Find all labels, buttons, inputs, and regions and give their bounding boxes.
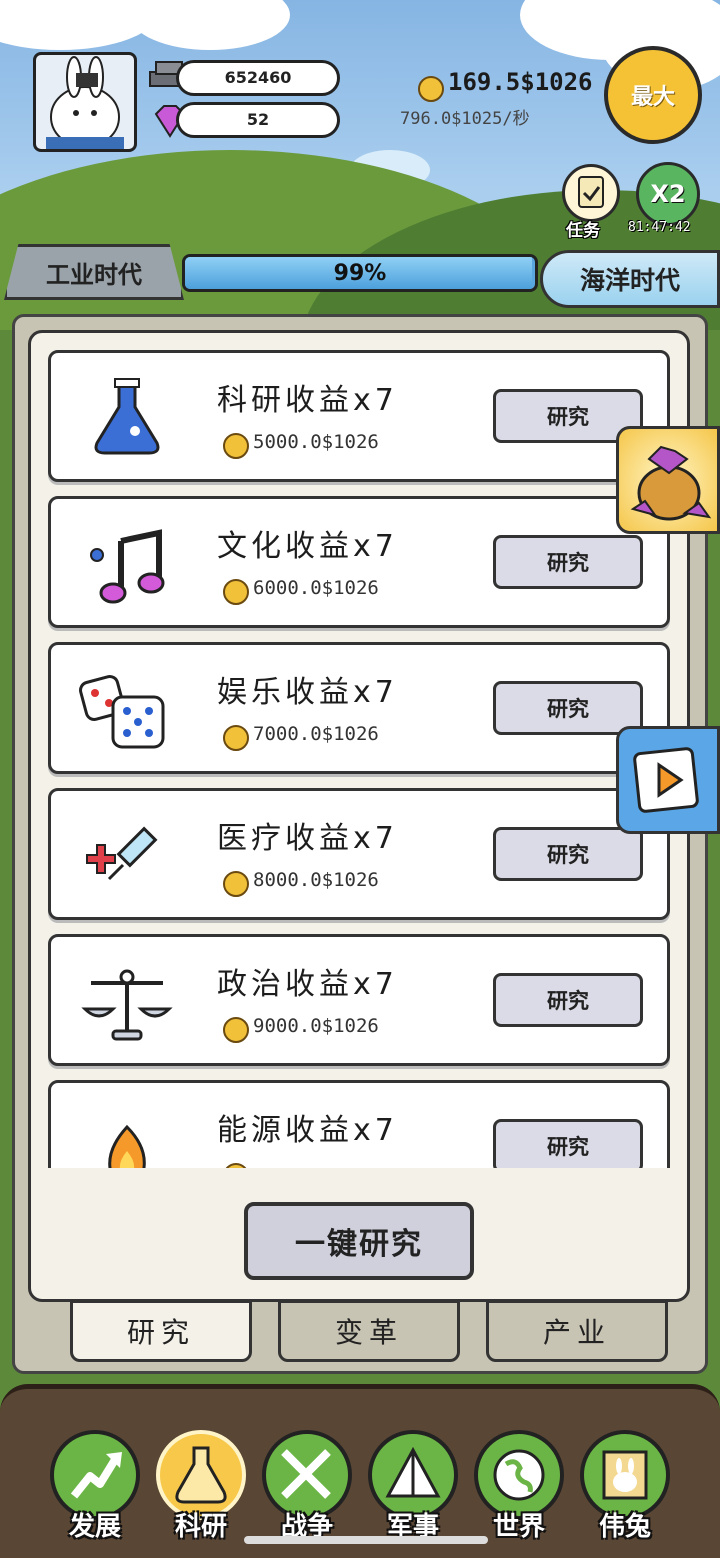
coin-icon xyxy=(223,1017,249,1043)
coin-icon xyxy=(223,725,249,751)
player-avatar[interactable] xyxy=(33,52,137,152)
research-card-entertainment: 娱乐收益x7 7000.0$1026 研究 xyxy=(48,642,670,774)
coin-icon xyxy=(223,433,249,459)
research-card-energy: 能源收益x7 研究 xyxy=(48,1080,670,1168)
flask-icon xyxy=(79,375,175,465)
globe-icon xyxy=(493,1449,545,1501)
double-boost-button[interactable]: X2 xyxy=(636,162,700,226)
research-button[interactable]: 研究 xyxy=(493,827,643,881)
version-label: v1.4.8 iOS xyxy=(8,2,74,18)
one-key-research-button[interactable]: 一键研究 xyxy=(244,1202,474,1280)
research-title: 科研收益x7 xyxy=(217,383,398,418)
home-indicator[interactable] xyxy=(244,1536,488,1544)
task-clipboard-icon[interactable] xyxy=(562,164,620,222)
research-title: 能源收益x7 xyxy=(217,1113,398,1148)
research-cost: 8000.0$1026 xyxy=(253,869,379,891)
research-cost: 7000.0$1026 xyxy=(253,723,379,745)
rabbit-portrait-icon xyxy=(602,1450,648,1500)
coin-icon xyxy=(223,579,249,605)
fire-icon xyxy=(79,1105,175,1168)
music-note-icon xyxy=(79,521,175,611)
scales-icon xyxy=(79,959,175,1049)
era-progress-bar: 99% xyxy=(182,254,538,292)
flask-icon xyxy=(175,1446,227,1504)
coin-icon xyxy=(418,76,444,102)
crossed-swords-icon xyxy=(281,1449,331,1499)
research-card-medical: 医疗收益x7 8000.0$1026 研究 xyxy=(48,788,670,920)
research-title: 医疗收益x7 xyxy=(217,821,398,856)
boost-label: X2 xyxy=(650,180,686,208)
research-button[interactable]: 研究 xyxy=(493,1119,643,1168)
tab-industry[interactable]: 产业 xyxy=(486,1300,668,1362)
total-income: 169.5$1026 xyxy=(448,68,593,96)
current-era-label: 工业时代 xyxy=(4,244,184,300)
gem-bag-button[interactable] xyxy=(616,426,720,534)
research-cost: 6000.0$1026 xyxy=(253,577,379,599)
tab-reform[interactable]: 变革 xyxy=(278,1300,460,1362)
tab-research[interactable]: 研究 xyxy=(70,1300,252,1362)
research-button[interactable]: 研究 xyxy=(493,973,643,1027)
tent-icon xyxy=(385,1446,441,1498)
dice-icon xyxy=(79,667,175,757)
coin-icon xyxy=(223,871,249,897)
income-rate: 796.0$1025/秒 xyxy=(400,109,530,129)
gem-amount: 52 xyxy=(176,102,340,138)
research-button[interactable]: 研究 xyxy=(493,681,643,735)
coin-icon xyxy=(223,1163,249,1168)
research-title: 娱乐收益x7 xyxy=(217,675,398,710)
syringe-icon xyxy=(79,813,175,903)
nav-rabbit-label[interactable]: 伟兔 xyxy=(575,1506,675,1543)
iron-amount: 652460 xyxy=(176,60,340,96)
watch-video-button[interactable] xyxy=(616,726,720,834)
next-era-label[interactable]: 海洋时代 xyxy=(540,250,720,308)
task-label[interactable]: 任务 xyxy=(566,216,600,241)
max-button[interactable]: 最大 xyxy=(604,46,702,144)
research-card-science: 科研收益x7 5000.0$1026 研究 xyxy=(48,350,670,482)
research-cost: 9000.0$1026 xyxy=(253,1015,379,1037)
growth-arrow-icon xyxy=(70,1452,122,1499)
research-card-culture: 文化收益x7 6000.0$1026 研究 xyxy=(48,496,670,628)
era-progress-text: 99% xyxy=(333,260,387,286)
nav-develop-label[interactable]: 发展 xyxy=(45,1506,145,1543)
research-title: 政治收益x7 xyxy=(217,967,398,1002)
boost-timer: 81:47:42 xyxy=(628,220,691,235)
research-button[interactable]: 研究 xyxy=(493,535,643,589)
research-card-politics: 政治收益x7 9000.0$1026 研究 xyxy=(48,934,670,1066)
research-cost: 5000.0$1026 xyxy=(253,431,379,453)
nav-research-label[interactable]: 科研 xyxy=(151,1506,251,1543)
research-list[interactable]: 科研收益x7 5000.0$1026 研究 文化收益x7 6000.0$1026… xyxy=(44,342,676,1168)
research-title: 文化收益x7 xyxy=(217,529,398,564)
